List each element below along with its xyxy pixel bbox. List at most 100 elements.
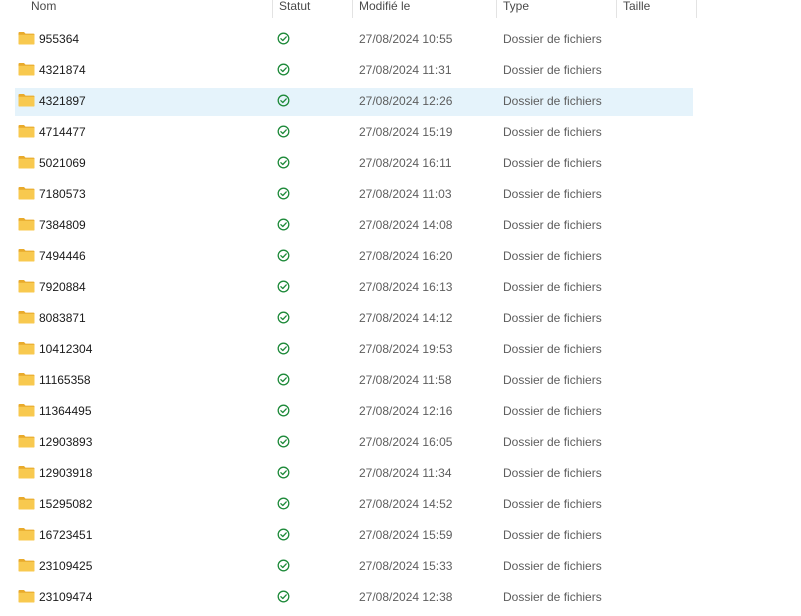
folder-row[interactable]: 12903918 27/08/2024 11:34 Dossier de fic… bbox=[0, 458, 801, 489]
folder-row[interactable]: 11364495 27/08/2024 12:16 Dossier de fic… bbox=[0, 396, 801, 427]
folder-row[interactable]: 4321897 27/08/2024 12:26 Dossier de fich… bbox=[0, 86, 801, 117]
folder-row[interactable]: 23109474 27/08/2024 12:38 Dossier de fic… bbox=[0, 582, 801, 613]
folder-name: 10412304 bbox=[39, 342, 93, 356]
item-type: Dossier de fichiers bbox=[503, 559, 602, 573]
column-header-status[interactable]: Statut bbox=[279, 0, 351, 18]
folder-row[interactable]: 11165358 27/08/2024 11:58 Dossier de fic… bbox=[0, 365, 801, 396]
folder-name: 12903893 bbox=[39, 435, 93, 449]
sync-ok-check-icon bbox=[277, 218, 290, 231]
sync-ok-check-icon bbox=[277, 497, 290, 510]
modified-date: 27/08/2024 15:33 bbox=[359, 559, 453, 573]
folder-row[interactable]: 23109425 27/08/2024 15:33 Dossier de fic… bbox=[0, 551, 801, 582]
folder-name: 955364 bbox=[39, 32, 80, 46]
folder-name: 5021069 bbox=[39, 156, 86, 170]
folder-icon bbox=[18, 93, 35, 107]
folder-row[interactable]: 7920884 27/08/2024 16:13 Dossier de fich… bbox=[0, 272, 801, 303]
column-header-name[interactable]: Nom bbox=[31, 0, 271, 18]
folder-row[interactable]: 16723451 27/08/2024 15:59 Dossier de fic… bbox=[0, 520, 801, 551]
sync-ok-check-icon bbox=[277, 125, 290, 138]
modified-date: 27/08/2024 14:08 bbox=[359, 218, 453, 232]
folder-icon bbox=[18, 527, 35, 541]
folder-row[interactable]: 5021069 27/08/2024 16:11 Dossier de fich… bbox=[0, 148, 801, 179]
item-type: Dossier de fichiers bbox=[503, 63, 602, 77]
column-divider[interactable] bbox=[272, 0, 273, 18]
sync-ok-check-icon bbox=[277, 187, 290, 200]
modified-date: 27/08/2024 16:13 bbox=[359, 280, 453, 294]
folder-icon bbox=[18, 558, 35, 572]
sync-ok-check-icon bbox=[277, 559, 290, 572]
column-header-size[interactable]: Taille bbox=[623, 0, 695, 18]
folder-row[interactable]: 10412304 27/08/2024 19:53 Dossier de fic… bbox=[0, 334, 801, 365]
modified-date: 27/08/2024 11:58 bbox=[359, 373, 452, 387]
item-type: Dossier de fichiers bbox=[503, 218, 602, 232]
sync-ok-check-icon bbox=[277, 373, 290, 386]
column-divider[interactable] bbox=[696, 0, 697, 18]
folder-name: 16723451 bbox=[39, 528, 93, 542]
folder-name: 7384809 bbox=[39, 218, 86, 232]
folder-icon bbox=[18, 465, 35, 479]
folder-name: 8083871 bbox=[39, 311, 86, 325]
file-rows: 955364 27/08/2024 10:55 Dossier de fichi… bbox=[0, 24, 801, 613]
folder-icon bbox=[18, 155, 35, 169]
item-type: Dossier de fichiers bbox=[503, 311, 602, 325]
sync-ok-check-icon bbox=[277, 280, 290, 293]
item-type: Dossier de fichiers bbox=[503, 32, 602, 46]
sync-ok-check-icon bbox=[277, 63, 290, 76]
item-type: Dossier de fichiers bbox=[503, 280, 602, 294]
folder-name: 4321897 bbox=[39, 94, 86, 108]
folder-icon bbox=[18, 31, 35, 45]
column-header-modified[interactable]: Modifié le bbox=[359, 0, 495, 18]
file-list-view: Nom Statut Modifié le Type Taille 955364 bbox=[0, 0, 801, 616]
modified-date: 27/08/2024 10:55 bbox=[359, 32, 453, 46]
modified-date: 27/08/2024 19:53 bbox=[359, 342, 453, 356]
sync-ok-check-icon bbox=[277, 311, 290, 324]
folder-icon bbox=[18, 217, 35, 231]
folder-row[interactable]: 7180573 27/08/2024 11:03 Dossier de fich… bbox=[0, 179, 801, 210]
modified-date: 27/08/2024 16:11 bbox=[359, 156, 452, 170]
folder-row[interactable]: 8083871 27/08/2024 14:12 Dossier de fich… bbox=[0, 303, 801, 334]
item-type: Dossier de fichiers bbox=[503, 590, 602, 604]
modified-date: 27/08/2024 16:05 bbox=[359, 435, 453, 449]
item-type: Dossier de fichiers bbox=[503, 435, 602, 449]
item-type: Dossier de fichiers bbox=[503, 187, 602, 201]
column-divider[interactable] bbox=[352, 0, 353, 18]
modified-date: 27/08/2024 14:12 bbox=[359, 311, 453, 325]
folder-icon bbox=[18, 186, 35, 200]
modified-date: 27/08/2024 12:38 bbox=[359, 590, 453, 604]
item-type: Dossier de fichiers bbox=[503, 528, 602, 542]
folder-name: 23109425 bbox=[39, 559, 93, 573]
folder-row[interactable]: 15295082 27/08/2024 14:52 Dossier de fic… bbox=[0, 489, 801, 520]
sync-ok-check-icon bbox=[277, 528, 290, 541]
sync-ok-check-icon bbox=[277, 156, 290, 169]
folder-row[interactable]: 955364 27/08/2024 10:55 Dossier de fichi… bbox=[0, 24, 801, 55]
folder-icon bbox=[18, 403, 35, 417]
folder-name: 15295082 bbox=[39, 497, 93, 511]
folder-icon bbox=[18, 341, 35, 355]
folder-row[interactable]: 12903893 27/08/2024 16:05 Dossier de fic… bbox=[0, 427, 801, 458]
item-type: Dossier de fichiers bbox=[503, 466, 602, 480]
modified-date: 27/08/2024 15:19 bbox=[359, 125, 453, 139]
folder-name: 23109474 bbox=[39, 590, 93, 604]
folder-row[interactable]: 7494446 27/08/2024 16:20 Dossier de fich… bbox=[0, 241, 801, 272]
column-divider[interactable] bbox=[496, 0, 497, 18]
folder-row[interactable]: 4714477 27/08/2024 15:19 Dossier de fich… bbox=[0, 117, 801, 148]
item-type: Dossier de fichiers bbox=[503, 497, 602, 511]
folder-row[interactable]: 4321874 27/08/2024 11:31 Dossier de fich… bbox=[0, 55, 801, 86]
column-divider[interactable] bbox=[616, 0, 617, 18]
item-type: Dossier de fichiers bbox=[503, 94, 602, 108]
folder-icon bbox=[18, 372, 35, 386]
sync-ok-check-icon bbox=[277, 32, 290, 45]
modified-date: 27/08/2024 12:16 bbox=[359, 404, 453, 418]
item-type: Dossier de fichiers bbox=[503, 342, 602, 356]
sync-ok-check-icon bbox=[277, 435, 290, 448]
column-header-bar: Nom Statut Modifié le Type Taille bbox=[0, 0, 801, 18]
folder-row[interactable]: 7384809 27/08/2024 14:08 Dossier de fich… bbox=[0, 210, 801, 241]
folder-name: 11364495 bbox=[39, 404, 92, 418]
sync-ok-check-icon bbox=[277, 342, 290, 355]
modified-date: 27/08/2024 11:34 bbox=[359, 466, 452, 480]
folder-name: 7180573 bbox=[39, 187, 86, 201]
modified-date: 27/08/2024 11:03 bbox=[359, 187, 452, 201]
modified-date: 27/08/2024 15:59 bbox=[359, 528, 453, 542]
folder-icon bbox=[18, 589, 35, 603]
column-header-type[interactable]: Type bbox=[503, 0, 615, 18]
